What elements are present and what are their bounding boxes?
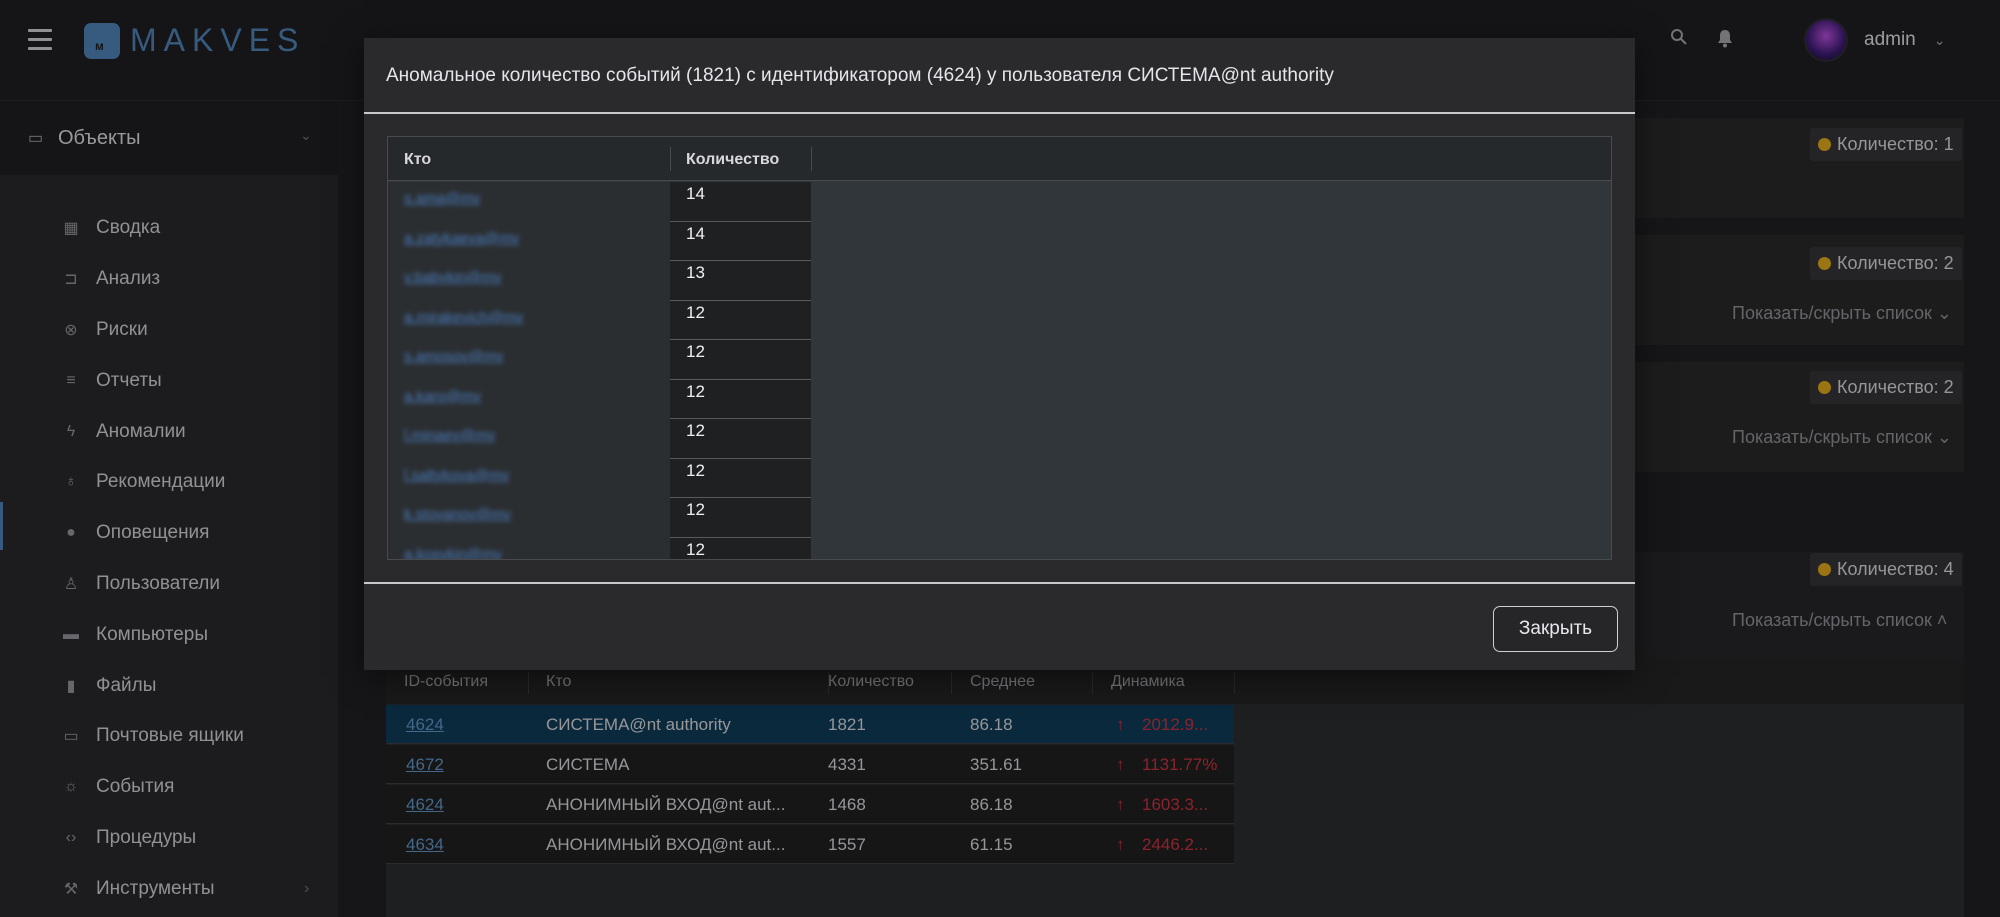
count-cell: 12: [670, 419, 811, 459]
who-cell: a.zatykaeva@mv: [388, 221, 670, 261]
count-value: 12: [686, 342, 705, 361]
table-row[interactable]: l.saltykova@mv 12: [388, 458, 811, 498]
table-row[interactable]: k.stoyanov@mv 12: [388, 498, 811, 538]
table-row[interactable]: s.amosov@mv 12: [388, 340, 811, 380]
count-cell: 14: [670, 221, 811, 261]
table-row[interactable]: l.minaev@mv 12: [388, 419, 811, 459]
count-cell: 12: [670, 498, 811, 538]
count-value: 12: [686, 381, 705, 401]
modal-divider: [364, 582, 1635, 584]
user-link[interactable]: v.babykin@mv: [404, 269, 501, 286]
modal-table: Кто Количество s.ama@mv 14 a.zatykaeva@mv…: [387, 136, 1612, 560]
table-row[interactable]: a.mirakevich@mv 12: [388, 300, 811, 340]
count-value: 12: [686, 460, 705, 480]
user-link[interactable]: s.amosov@mv: [404, 348, 503, 365]
who-cell: s.amosov@mv: [388, 340, 670, 380]
who-cell: a.karo@mv: [388, 379, 670, 419]
column-header[interactable]: Кто: [404, 151, 431, 169]
count-value: 13: [686, 263, 705, 282]
count-cell: 12: [670, 300, 811, 340]
column-separator: [811, 147, 812, 171]
count-cell: 12: [670, 537, 811, 559]
column-separator: [670, 147, 671, 171]
user-link[interactable]: a.kosykin@mv: [404, 546, 502, 560]
count-cell: 13: [670, 261, 811, 301]
user-link[interactable]: l.minaev@mv: [404, 427, 495, 444]
modal-table-header: Кто Количество: [388, 137, 1611, 181]
count-cell: 12: [670, 340, 811, 380]
count-cell: 14: [670, 182, 811, 222]
user-link[interactable]: s.ama@mv: [404, 190, 480, 207]
who-cell: v.babykin@mv: [388, 261, 670, 301]
table-row[interactable]: v.babykin@mv 13: [388, 261, 811, 301]
anomaly-details-modal: Аномальное количество событий (1821) с и…: [364, 38, 1635, 670]
who-cell: a.mirakevich@mv: [388, 300, 670, 340]
count-value: 12: [686, 302, 705, 322]
user-link[interactable]: a.karo@mv: [404, 388, 481, 405]
who-cell: s.ama@mv: [388, 182, 670, 222]
user-link[interactable]: l.saltykova@mv: [404, 467, 509, 484]
table-row[interactable]: a.zatykaeva@mv 14: [388, 221, 811, 261]
who-cell: k.stoyanov@mv: [388, 498, 670, 538]
who-cell: l.minaev@mv: [388, 419, 670, 459]
count-value: 12: [686, 500, 705, 519]
table-row[interactable]: s.ama@mv 14: [388, 182, 811, 222]
count-value: 14: [686, 184, 705, 203]
user-link[interactable]: a.zatykaeva@mv: [404, 230, 519, 247]
count-cell: 12: [670, 458, 811, 498]
modal-title: Аномальное количество событий (1821) с и…: [386, 65, 1334, 86]
column-header[interactable]: Количество: [686, 151, 779, 169]
user-link[interactable]: a.mirakevich@mv: [404, 309, 523, 326]
table-row[interactable]: a.karo@mv 12: [388, 379, 811, 419]
table-row[interactable]: a.kosykin@mv 12: [388, 537, 811, 560]
modal-divider: [364, 112, 1635, 114]
count-value: 12: [686, 539, 705, 559]
who-cell: l.saltykova@mv: [388, 458, 670, 498]
who-cell: a.kosykin@mv: [388, 537, 670, 560]
count-cell: 12: [670, 379, 811, 419]
count-value: 14: [686, 223, 705, 243]
close-button[interactable]: Закрыть: [1493, 606, 1618, 652]
user-link[interactable]: k.stoyanov@mv: [404, 506, 511, 523]
count-value: 12: [686, 421, 705, 440]
